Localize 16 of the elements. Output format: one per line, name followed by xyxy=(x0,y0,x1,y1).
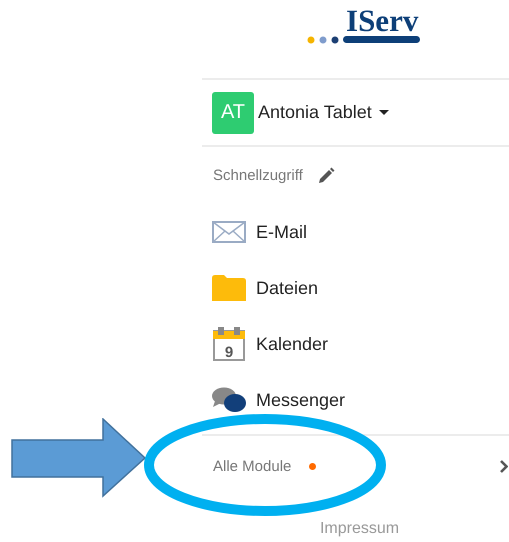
logo: IServ xyxy=(306,4,424,46)
menu-item[interactable]: 9 Kalender xyxy=(202,316,509,372)
folder-icon xyxy=(212,275,246,301)
caret-icon xyxy=(378,110,389,115)
menu-item[interactable]: Messenger xyxy=(202,372,509,428)
envelope-icon xyxy=(212,221,246,243)
chat-bubbles-icon xyxy=(212,387,246,413)
menu-item[interactable]: Dateien xyxy=(202,260,509,316)
chevron-right-icon xyxy=(500,460,508,472)
pencil-icon[interactable] xyxy=(316,166,335,184)
user-menu-button[interactable]: Antonia Tablet xyxy=(254,102,393,123)
user-avatar: AT xyxy=(212,92,254,134)
menu-item[interactable]: E-Mail xyxy=(202,204,509,260)
all-modules-link[interactable]: Alle Module xyxy=(202,436,509,496)
calendar-icon: 9 xyxy=(212,327,246,361)
section-label: Schnellzugriff xyxy=(213,167,303,184)
